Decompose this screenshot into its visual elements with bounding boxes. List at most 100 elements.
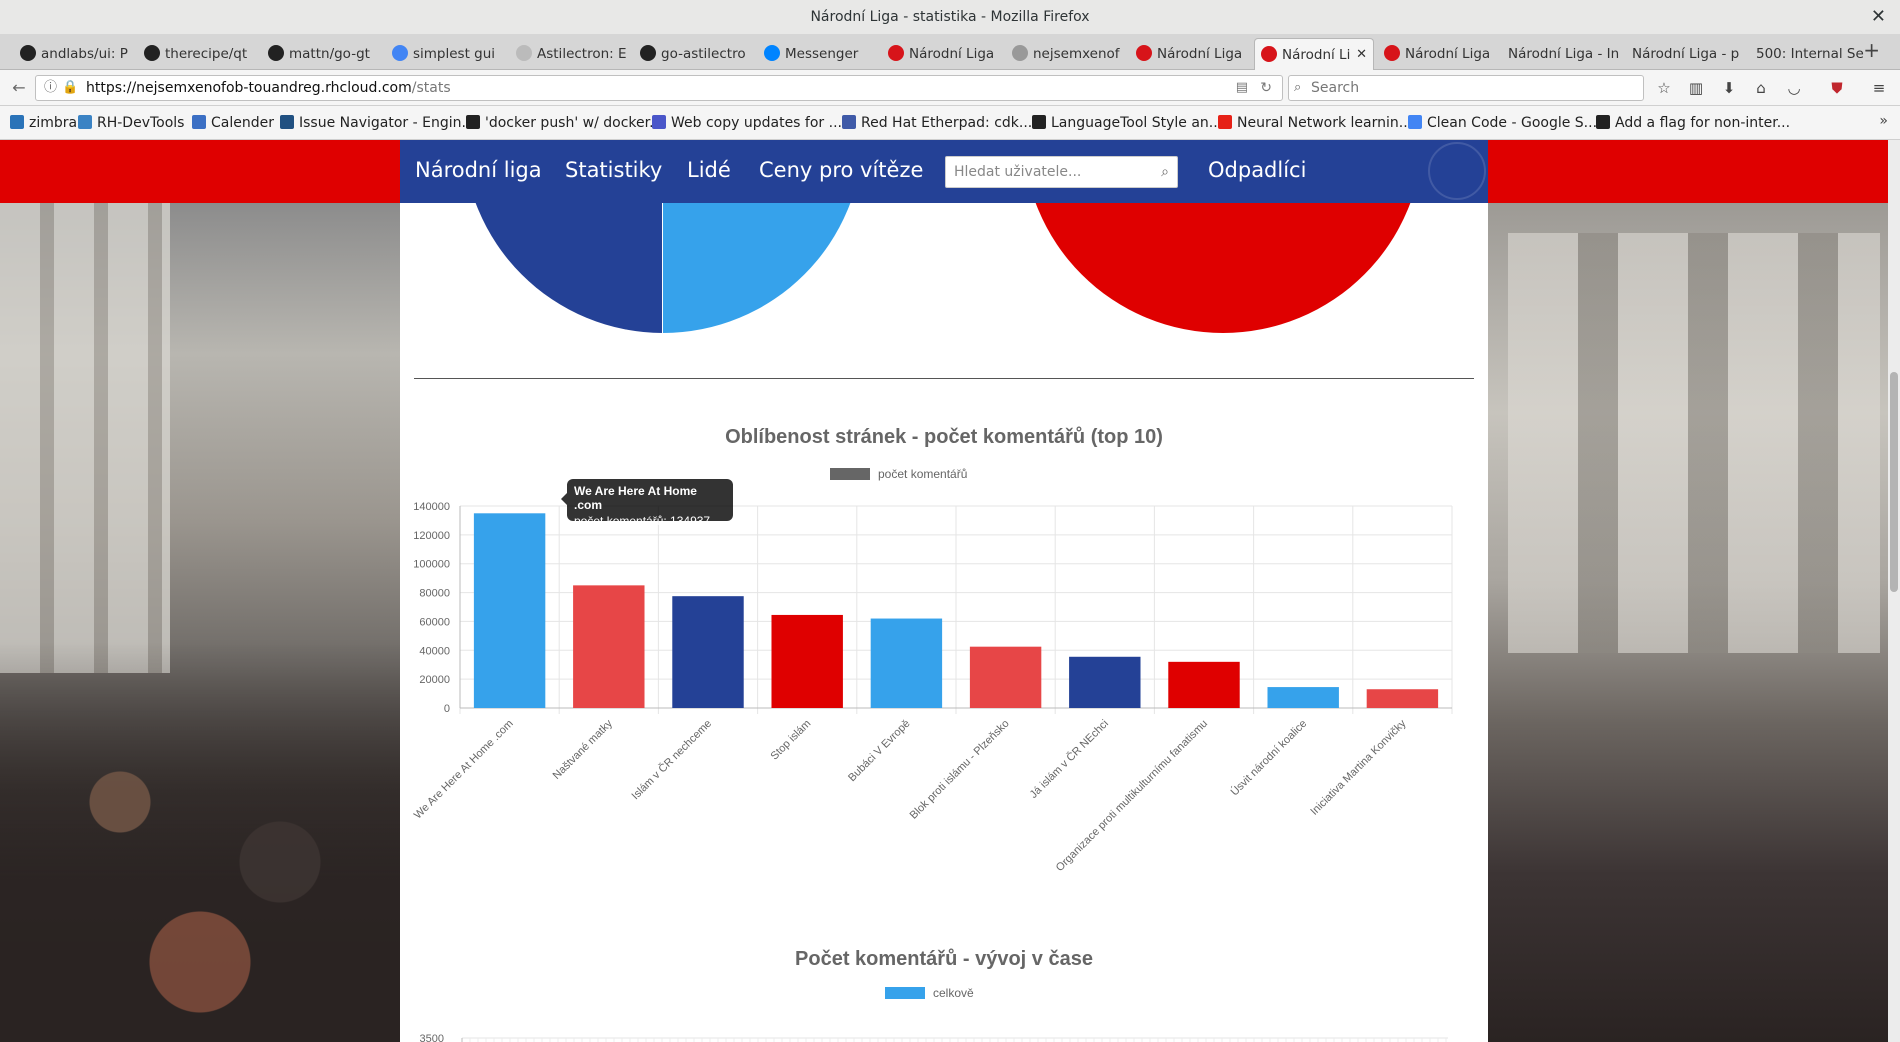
bookmark-item[interactable]: Neural Network learnin... xyxy=(1218,113,1412,133)
tab-close-icon[interactable]: ✕ xyxy=(1356,39,1367,70)
line-chart-legend[interactable]: celkově xyxy=(885,986,974,1000)
scrollbar-thumb[interactable] xyxy=(1890,372,1898,592)
nav-people-link[interactable]: Lidé xyxy=(687,158,731,182)
bookmark-item[interactable]: Issue Navigator - Engin... xyxy=(280,113,475,133)
bar[interactable] xyxy=(573,585,645,708)
url-bar[interactable]: ⓘ 🔒 https://nejsemxenofob-touandreg.rhcl… xyxy=(35,75,1283,101)
flag-cz-icon xyxy=(1136,45,1152,61)
power-icon xyxy=(78,115,92,129)
bar[interactable] xyxy=(969,646,1042,708)
ublock-icon[interactable]: ⛊ xyxy=(1827,78,1847,98)
page-scrollbar[interactable] xyxy=(1888,140,1900,1042)
tab[interactable]: Astilectron: E xyxy=(510,38,630,70)
download-icon[interactable]: ⬇ xyxy=(1719,78,1739,98)
window-title: Národní Liga - statistika - Mozilla Fire… xyxy=(810,9,1090,25)
bookmark-label: RH-DevTools xyxy=(97,115,185,131)
bookmark-item[interactable]: zimbra xyxy=(10,113,77,133)
legend-swatch xyxy=(885,987,925,999)
line-chart: 3500 xyxy=(420,1033,1448,1042)
nav-home-link[interactable]: Národní liga xyxy=(415,158,542,182)
reader-view-icon[interactable]: ▤ xyxy=(1236,76,1248,100)
tab[interactable]: therecipe/qt xyxy=(138,38,258,70)
menu-icon[interactable]: ≡ xyxy=(1869,78,1889,98)
nav-stats-link[interactable]: Statistiky xyxy=(565,158,662,182)
bookmark-item[interactable]: Clean Code - Google S... xyxy=(1408,113,1597,133)
tab[interactable]: andlabs/ui: P xyxy=(14,38,134,70)
tab-label: Národní Liga xyxy=(1405,46,1491,62)
bookmark-item[interactable]: Add a flag for non-inter... xyxy=(1596,113,1790,133)
back-icon[interactable]: ← xyxy=(8,77,30,99)
bookmark-item[interactable]: 'docker push' w/ docker... xyxy=(466,113,662,133)
tab[interactable]: Národní Liga - In xyxy=(1502,38,1622,70)
y-tick-label: 40000 xyxy=(419,645,450,657)
bar[interactable] xyxy=(1069,656,1141,708)
bar[interactable] xyxy=(473,513,546,708)
google-icon xyxy=(1408,115,1422,129)
pocket-icon[interactable]: ◡ xyxy=(1784,78,1804,98)
bookmark-label: Add a flag for non-inter... xyxy=(1615,115,1791,131)
tab-bar: andlabs/ui: P therecipe/qt mattn/go-gt simp… xyxy=(0,34,1900,70)
y-tick-label: 100000 xyxy=(413,559,450,571)
tab[interactable]: 500: Internal Se xyxy=(1750,38,1870,70)
bar[interactable] xyxy=(771,614,843,708)
bookmark-star-icon[interactable]: ☆ xyxy=(1654,78,1674,98)
tab[interactable]: Národní Liga - p xyxy=(1626,38,1746,70)
bar-chart: 0 20000 40000 60000 80000 100000 120000 140000 W… xyxy=(412,501,1453,874)
bookmark-label: zimbra xyxy=(29,115,78,131)
tab-label: nejsemxenof xyxy=(1033,46,1120,62)
tab[interactable]: mattn/go-gt xyxy=(262,38,382,70)
bookmark-item[interactable]: Calender xyxy=(192,113,274,133)
bar[interactable] xyxy=(870,618,943,708)
tab[interactable]: nejsemxenof xyxy=(1006,38,1126,70)
reload-icon[interactable]: ↻ xyxy=(1260,76,1272,100)
home-icon[interactable]: ⌂ xyxy=(1751,78,1771,98)
url-path: /stats xyxy=(411,80,451,96)
bookmark-item[interactable]: LanguageTool Style an... xyxy=(1032,113,1222,133)
chevron-right-icon[interactable]: » xyxy=(1879,113,1888,129)
tab[interactable]: simplest gui xyxy=(386,38,506,70)
user-search-input[interactable]: Hledat uživatele... ⌕ xyxy=(945,156,1178,188)
new-tab-icon[interactable]: + xyxy=(1863,38,1880,62)
tab-label: Národní Liga - p xyxy=(1632,46,1740,62)
x-tick-label: We Are Here At Home .com xyxy=(412,718,516,822)
google-icon xyxy=(392,45,408,61)
bookmark-label: Calender xyxy=(211,115,274,131)
bookmark-label: Neural Network learnin... xyxy=(1237,115,1413,131)
bar[interactable] xyxy=(672,596,744,708)
bar[interactable] xyxy=(1366,689,1439,708)
library-icon[interactable]: ▥ xyxy=(1686,78,1706,98)
bookmark-item[interactable]: Web copy updates for ... xyxy=(652,113,842,133)
tab[interactable]: Messenger xyxy=(758,38,878,70)
info-icon[interactable]: ⓘ xyxy=(44,76,57,100)
github-icon xyxy=(640,45,656,61)
search-icon[interactable]: ⌕ xyxy=(1161,157,1169,187)
github-icon xyxy=(144,45,160,61)
bookmark-item[interactable]: Red Hat Etherpad: cdk... xyxy=(842,113,1032,133)
stats-content: Oblíbenost stránek - počet komentářů (to… xyxy=(400,203,1488,1042)
tooltip-title: We Are Here At Home .com xyxy=(574,484,697,512)
tab[interactable]: Národní Liga xyxy=(1378,38,1498,70)
bar[interactable] xyxy=(1168,661,1240,708)
nav-renegades-link[interactable]: Odpadlíci xyxy=(1208,158,1306,182)
bar[interactable] xyxy=(1267,687,1339,708)
bookmark-label: LanguageTool Style an... xyxy=(1051,115,1223,131)
tab-label: Messenger xyxy=(785,46,859,62)
line-chart-title: Počet komentářů - vývoj v čase xyxy=(795,948,1093,970)
tab[interactable]: Národní Liga xyxy=(1130,38,1250,70)
y-tick-label: 0 xyxy=(444,703,450,715)
y-tick-label: 120000 xyxy=(413,530,450,542)
tab-label: therecipe/qt xyxy=(165,46,248,62)
url-host: https://nejsemxenofob-touandreg.rhcloud.… xyxy=(86,80,412,96)
tab[interactable]: Národní Li ✕ xyxy=(1254,38,1374,70)
page-viewport: Národní liga Statistiky Lidé Ceny pro ví… xyxy=(0,140,1900,1042)
github-icon xyxy=(466,115,480,129)
nav-prizes-link[interactable]: Ceny pro vítěze xyxy=(759,158,923,182)
bookmark-item[interactable]: RH-DevTools xyxy=(78,113,184,133)
bookmark-label: Clean Code - Google S... xyxy=(1427,115,1598,131)
x-tick-label: Úsvit národní koalice xyxy=(1228,717,1309,798)
tab[interactable]: Národní Liga xyxy=(882,38,1002,70)
window-close-icon[interactable]: ✕ xyxy=(1871,0,1886,34)
x-tick-label: Naštvané matky xyxy=(551,717,616,782)
tab[interactable]: go-astilectro xyxy=(634,38,754,70)
search-input[interactable]: ⌕ Search xyxy=(1288,75,1644,101)
